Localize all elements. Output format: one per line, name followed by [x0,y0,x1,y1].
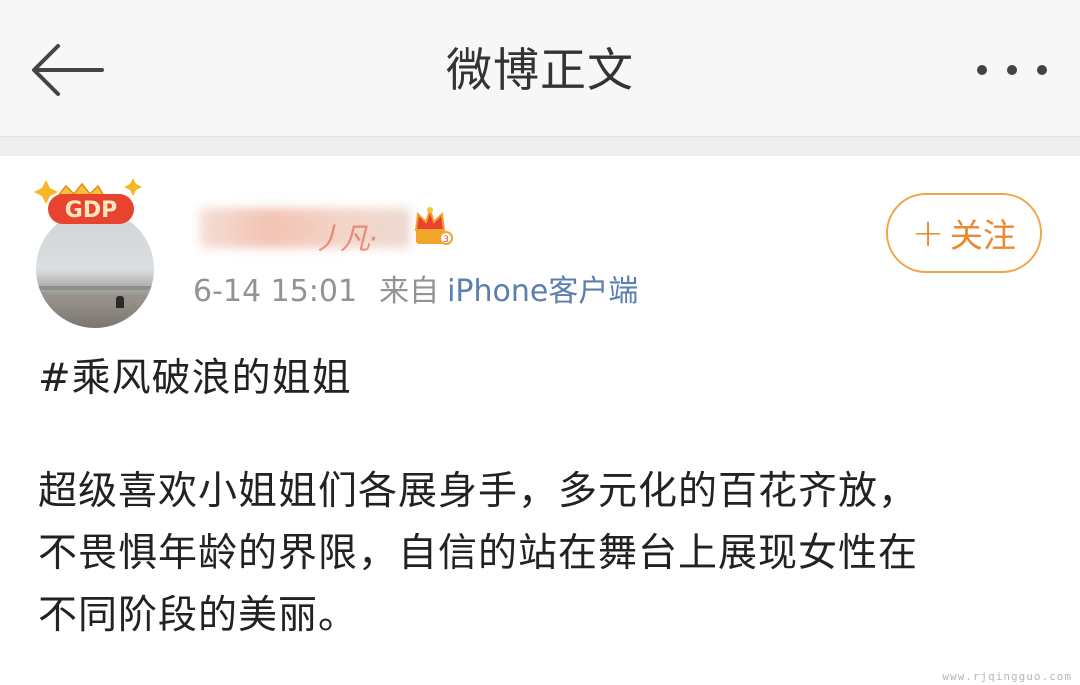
page-title: 微博正文 [446,43,634,97]
source-link[interactable]: iPhone客户端 [447,274,638,309]
svg-text:3: 3 [443,235,449,245]
avatar[interactable] [36,210,154,328]
weibo-post: GDP 丿凡· 3 6-14 15:01 来自 iPhone客户端 + 关注 #乘风… [0,156,1080,685]
more-button[interactable] [972,50,1052,90]
more-dots-icon [977,65,1047,75]
follow-label: 关注 [949,216,1016,255]
plus-icon: + [912,211,944,255]
crown-vip-icon[interactable]: 3 [410,206,454,250]
topic-hashtag[interactable]: #乘风破浪的姐姐 [38,351,1048,407]
svg-text:GDP: GDP [65,198,117,223]
gdp-badge-icon: GDP [34,178,142,224]
source-label: 来自 [379,274,440,309]
watermark: www.rjqingguo.com [942,670,1072,683]
top-navigation-bar: 微博正文 [0,0,1080,137]
post-body-line: 不畏惧年龄的界限，自信的站在舞台上展现女性在 [38,531,919,576]
post-content: #乘风破浪的姐姐 超级喜欢小姐姐们各展身手，多元化的百花齐放， 不畏惧年龄的界限… [38,351,1048,647]
post-body-line: 超级喜欢小姐姐们各展身手，多元化的百花齐放， [38,469,919,514]
follow-button[interactable]: + 关注 [886,193,1042,273]
post-body-line: 不同阶段的美丽。 [38,593,359,638]
avatar-group[interactable]: GDP [30,178,160,328]
post-body: 超级喜欢小姐姐们各展身手，多元化的百花齐放， 不畏惧年龄的界限，自信的站在舞台上… [38,461,1048,647]
username-blurred[interactable] [200,208,410,248]
post-time: 6-14 15:01 [193,274,358,309]
section-divider [0,137,1080,156]
username[interactable]: 丿凡· [312,214,378,258]
post-meta: 6-14 15:01 来自 iPhone客户端 [193,272,638,312]
